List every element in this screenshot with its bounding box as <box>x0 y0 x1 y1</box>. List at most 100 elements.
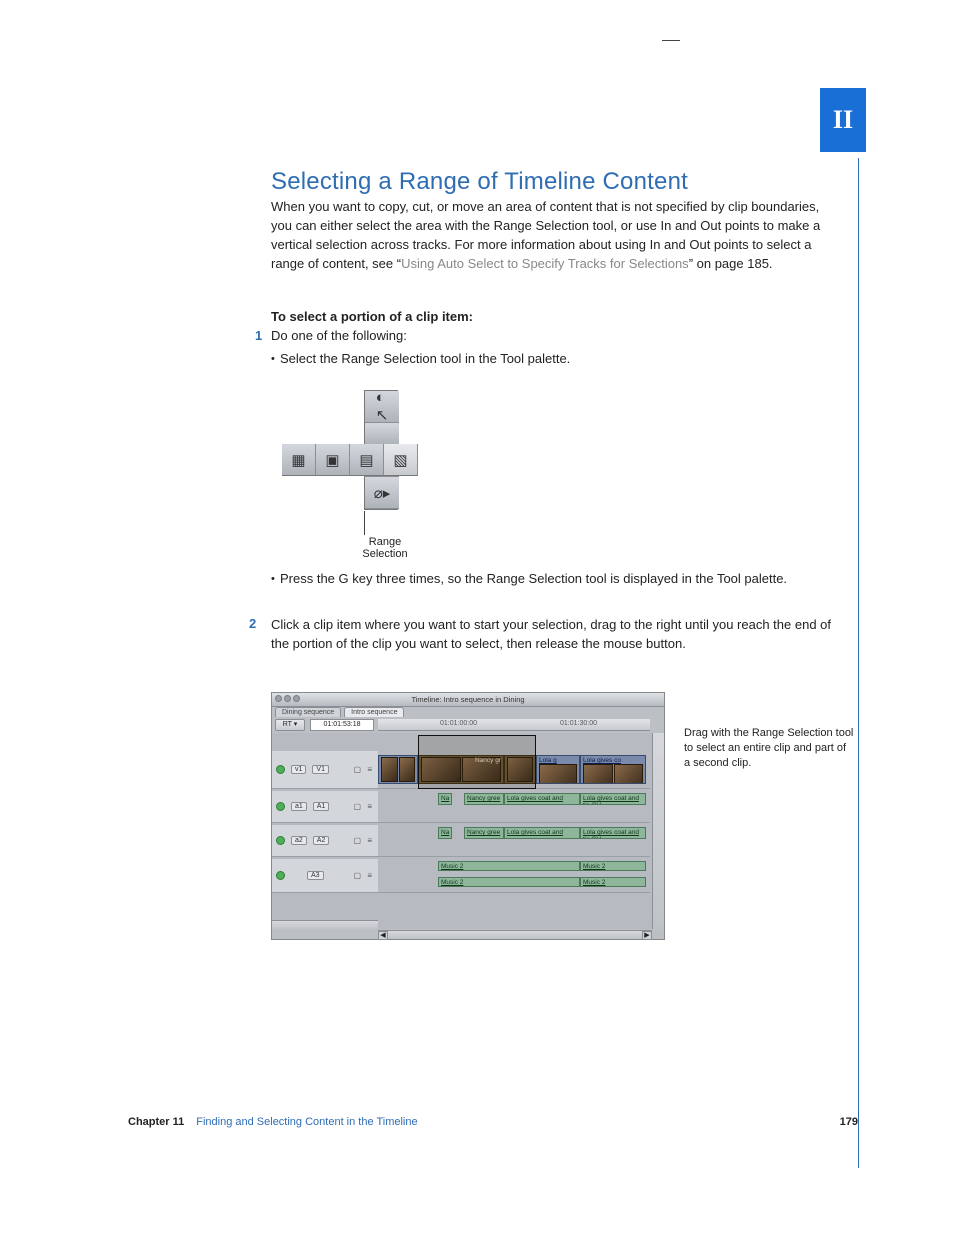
page-footer: Chapter 11 Finding and Selecting Content… <box>128 1116 858 1128</box>
clip-v1-nancy[interactable]: Nancy gr <box>418 755 504 784</box>
clip-a1-lola-coat[interactable]: Lola gives coat and <box>504 793 580 805</box>
procedure-heading: To select a portion of a clip item: <box>271 309 473 324</box>
track-body-a2[interactable]: Na Nancy gree Lola gives coat and Lola g… <box>378 825 650 857</box>
bullet-icon: • <box>271 572 275 588</box>
range-1-icon: ▦ <box>291 451 305 469</box>
arrow-icon: ◐↖ <box>376 389 389 424</box>
tool-range-3-button[interactable]: ▤ <box>350 444 384 476</box>
intro-paragraph: When you want to copy, cut, or move an a… <box>271 198 831 273</box>
track-controls-icon[interactable]: ▢ ≡ <box>354 836 374 845</box>
track-body-a3[interactable]: Music 2 Music 2 Music 2 Music 2 <box>378 859 650 893</box>
scroll-left-icon[interactable]: ◀ <box>378 931 388 940</box>
clip-a2-nancy-gree[interactable]: Nancy gree <box>464 827 504 839</box>
source-v1-label[interactable]: v1 <box>291 765 306 774</box>
tool-range-2-button[interactable]: ▣ <box>316 444 350 476</box>
zoom-icon[interactable] <box>293 695 300 702</box>
dest-v1-label[interactable]: V1 <box>312 765 329 774</box>
track-header-a3[interactable]: . A3 ▢ ≡ <box>272 859 378 893</box>
callout-line-2 <box>662 40 680 41</box>
timeline-tabs: Dining sequence Intro sequence <box>275 707 404 717</box>
dest-a3-label[interactable]: A3 <box>307 871 324 880</box>
horizontal-scrollbar[interactable]: ◀ ▶ <box>378 930 652 939</box>
track-header-a1[interactable]: a1 A1 ▢ ≡ <box>272 791 378 823</box>
track-controls-icon[interactable]: ▢ ≡ <box>354 802 374 811</box>
page-heading: Selecting a Range of Timeline Content <box>271 168 688 196</box>
source-a2-label[interactable]: a2 <box>291 836 307 845</box>
track-body-v1[interactable]: Nancy gr Lola g Lola gives co <box>378 751 650 789</box>
tool-palette-row: ▦ ▣ ▤ ▧ <box>282 444 418 476</box>
step-1-text: Do one of the following: <box>271 328 407 343</box>
dest-a1-label[interactable]: A1 <box>313 802 330 811</box>
current-timecode-field[interactable]: 01:01:53:18 <box>310 719 374 731</box>
clip-a1-na[interactable]: Na <box>438 793 452 805</box>
clip-v1-lola-gives[interactable]: Lola gives co <box>580 755 646 784</box>
step-2-number: 2 <box>249 616 256 631</box>
tab-intro-sequence[interactable]: Intro sequence <box>344 707 404 717</box>
minimize-icon[interactable] <box>284 695 291 702</box>
clip-a2-lola-cu[interactable]: Lola gives coat and tie CU <box>580 827 646 839</box>
clip-a4-music-1[interactable]: Music 2 <box>438 877 580 887</box>
razor-icon: ⌀▸ <box>374 484 391 502</box>
figure-timeline: Timeline: Intro sequence in Dining Dinin… <box>271 692 665 940</box>
vertical-scrollbar[interactable] <box>652 733 664 929</box>
clip-v1-1[interactable] <box>378 755 418 784</box>
window-traffic-lights[interactable] <box>275 695 300 702</box>
auto-select-icon[interactable] <box>276 765 285 774</box>
intro-post: ” on page 185. <box>689 256 773 271</box>
footer-page-number: 179 <box>840 1116 858 1128</box>
ruler-tc-1: 01:01:00:00 <box>440 720 477 727</box>
clip-a2-na[interactable]: Na <box>438 827 452 839</box>
range-3-icon: ▤ <box>359 451 373 469</box>
clip-a1-nancy-gree[interactable]: Nancy gree <box>464 793 504 805</box>
side-rule <box>858 158 859 1168</box>
clip-a2-lola-coat[interactable]: Lola gives coat and <box>504 827 580 839</box>
auto-select-icon[interactable] <box>276 871 285 880</box>
clip-v1-mid[interactable] <box>504 755 536 784</box>
timeline-bottom-controls[interactable] <box>272 920 378 929</box>
page: II Selecting a Range of Timeline Content… <box>0 0 954 1235</box>
intro-xref[interactable]: Using Auto Select to Specify Tracks for … <box>401 256 689 271</box>
bullet-2-text: Press the G key three times, so the Rang… <box>280 571 787 586</box>
timeline-ruler[interactable]: 01:01:00:00 01:01:30:00 <box>378 719 650 731</box>
clip-v1-lola-g[interactable]: Lola g <box>536 755 580 784</box>
figure-tool-palette: ◐↖ ➔ ⌀▸ ▦ ▣ ▤ ▧ Range Selection <box>282 390 402 540</box>
tab-dining-sequence[interactable]: Dining sequence <box>275 707 341 717</box>
close-icon[interactable] <box>275 695 282 702</box>
source-a1-label[interactable]: a1 <box>291 802 307 811</box>
footer-chapter-title: Finding and Selecting Content in the Tim… <box>196 1116 417 1128</box>
track-header-v1[interactable]: v1 V1 ▢ ≡ <box>272 751 378 789</box>
step-1-bullet-2: • Press the G key three times, so the Ra… <box>280 570 800 589</box>
tool-arrow-button[interactable]: ◐↖ <box>365 391 399 423</box>
callout-line <box>364 511 365 535</box>
track-controls-icon[interactable]: ▢ ≡ <box>354 871 374 880</box>
step-2-text: Click a clip item where you want to star… <box>271 616 831 654</box>
tool-range-1-button[interactable]: ▦ <box>282 444 316 476</box>
part-tab: II <box>820 88 866 152</box>
track-header-a2[interactable]: a2 A2 ▢ ≡ <box>272 825 378 857</box>
scroll-right-icon[interactable]: ▶ <box>642 931 652 940</box>
bullet-icon: • <box>271 353 275 365</box>
clip-a1-lola-cu[interactable]: Lola gives coat and tie CU <box>580 793 646 805</box>
clip-a3-music-1[interactable]: Music 2 <box>438 861 580 871</box>
dest-a2-label[interactable]: A2 <box>313 836 330 845</box>
ruler-tc-2: 01:01:30:00 <box>560 720 597 727</box>
footer-chapter: Chapter 11 <box>128 1116 184 1128</box>
track-area: v1 V1 ▢ ≡ Nancy gr Lola g Lola gives co … <box>272 733 664 929</box>
clip-label: Lola gives co <box>583 757 621 764</box>
clip-a3-music-2[interactable]: Music 2 <box>580 861 646 871</box>
tool-razor-button[interactable]: ⌀▸ <box>365 477 399 509</box>
tool-range-selection-button[interactable]: ▧ <box>384 444 418 476</box>
track-body-a1[interactable]: Na Nancy gree Lola gives coat and Lola g… <box>378 791 650 823</box>
step-1-number: 1 <box>255 328 262 343</box>
rt-popup[interactable]: RT ▾ <box>275 719 305 731</box>
track-controls-icon[interactable]: ▢ ≡ <box>354 765 374 774</box>
bullet-1-text: Select the Range Selection tool in the T… <box>280 351 570 366</box>
figure-1-caption: Range Selection <box>350 536 420 560</box>
step-1-bullet-1: • Select the Range Selection tool in the… <box>280 351 800 366</box>
range-selection-icon: ▧ <box>393 451 407 469</box>
auto-select-icon[interactable] <box>276 836 285 845</box>
timeline-title: Timeline: Intro sequence in Dining <box>411 695 524 704</box>
clip-a4-music-2[interactable]: Music 2 <box>580 877 646 887</box>
auto-select-icon[interactable] <box>276 802 285 811</box>
timeline-titlebar: Timeline: Intro sequence in Dining <box>272 693 664 707</box>
